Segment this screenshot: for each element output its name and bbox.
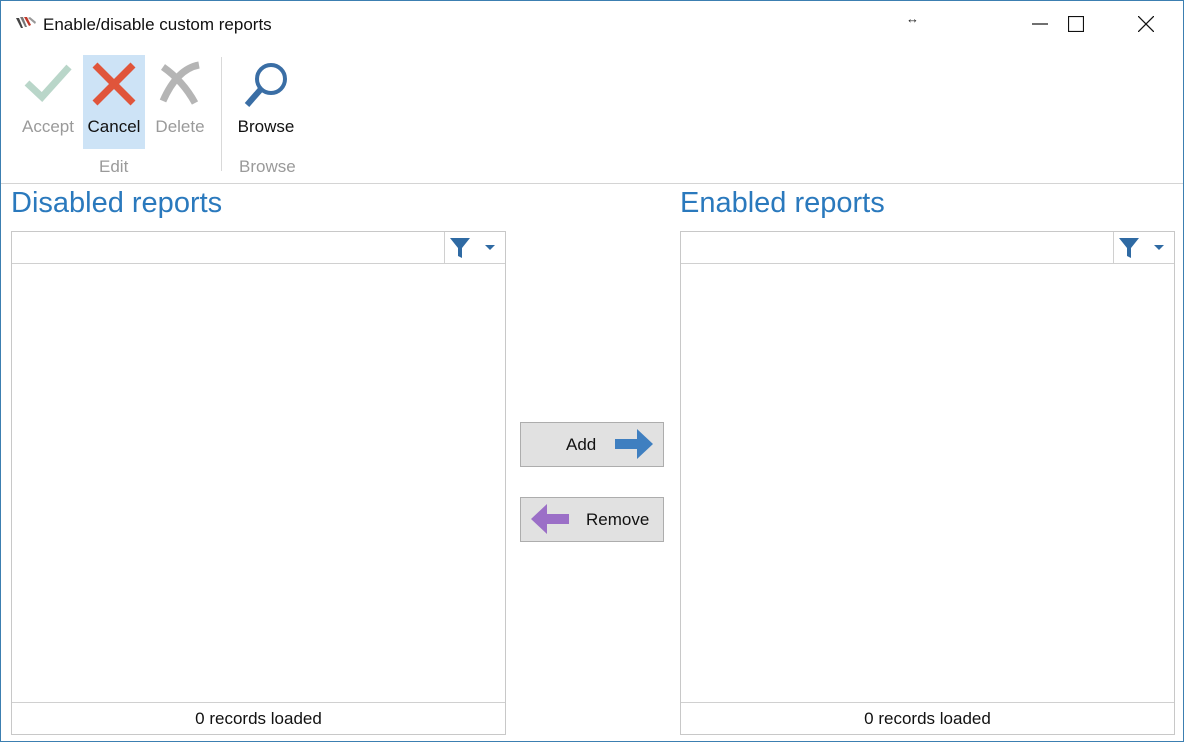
delete-x-icon	[159, 61, 200, 105]
browse-group-label: Browse	[239, 157, 296, 176]
close-icon	[1138, 16, 1154, 32]
arrow-left-icon	[531, 504, 569, 534]
grid-header	[12, 232, 505, 264]
filter-button[interactable]	[444, 232, 475, 263]
window-title: Enable/disable custom reports	[43, 15, 272, 34]
grid-footer-status: 0 records loaded	[12, 702, 505, 734]
chevron-down-icon	[1154, 245, 1164, 250]
resize-icon[interactable]: ↔	[906, 11, 919, 26]
delete-button[interactable]: Delete	[149, 55, 211, 149]
delete-label: Delete	[155, 117, 205, 136]
chevron-down-icon	[485, 245, 495, 250]
magnifier-icon	[244, 63, 287, 107]
enabled-reports-grid[interactable]: 0 records loaded	[680, 231, 1175, 735]
maximize-button[interactable]	[1041, 1, 1111, 47]
accept-label: Accept	[22, 117, 74, 136]
edit-group-label: Edit	[99, 157, 129, 176]
cancel-button[interactable]: Cancel	[83, 55, 145, 149]
arrow-right-icon	[615, 429, 653, 459]
grid-footer-status: 0 records loaded	[681, 702, 1174, 734]
browse-label: Browse	[237, 117, 295, 136]
dialog-window: Enable/disable custom reports ↔ Accept C…	[0, 0, 1184, 742]
disabled-reports-title: Disabled reports	[11, 187, 223, 219]
app-logo-icon	[16, 17, 36, 28]
ribbon-toolbar: Accept Cancel Delete Edit Browse Browse	[1, 47, 1183, 184]
add-button[interactable]: Add	[520, 422, 664, 467]
cancel-x-icon	[92, 62, 136, 106]
maximize-icon	[1068, 16, 1084, 32]
accept-button[interactable]: Accept	[17, 55, 79, 149]
ribbon-separator	[221, 57, 222, 171]
grid-header	[681, 232, 1174, 264]
close-button[interactable]	[1111, 1, 1181, 47]
dropdown-button[interactable]	[1144, 232, 1174, 263]
enabled-reports-title: Enabled reports	[680, 187, 885, 219]
filter-icon	[450, 238, 470, 258]
remove-label: Remove	[586, 510, 650, 529]
title-bar: Enable/disable custom reports ↔	[1, 1, 1183, 47]
browse-button[interactable]: Browse	[235, 55, 297, 149]
dropdown-button[interactable]	[475, 232, 505, 263]
cancel-label: Cancel	[87, 117, 141, 136]
disabled-reports-grid[interactable]: 0 records loaded	[11, 231, 506, 735]
add-label: Add	[566, 435, 597, 454]
filter-icon	[1119, 238, 1139, 258]
checkmark-icon	[24, 64, 72, 102]
remove-button[interactable]: Remove	[520, 497, 664, 542]
filter-button[interactable]	[1113, 232, 1144, 263]
